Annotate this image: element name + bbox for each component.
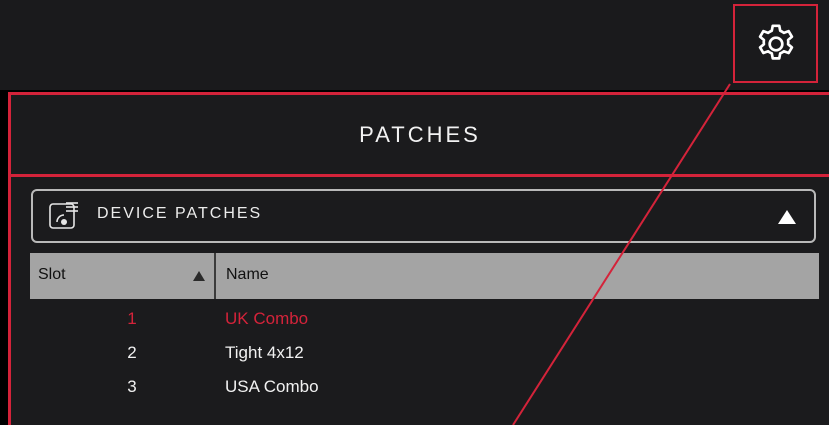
sort-ascending-icon[interactable] (193, 271, 205, 281)
row-name: UK Combo (225, 309, 309, 328)
column-header-name[interactable]: Name (216, 253, 819, 299)
row-name: USA Combo (225, 377, 319, 396)
gear-icon (758, 23, 793, 60)
table-row[interactable]: 2 Tight 4x12 (30, 336, 819, 370)
settings-button[interactable] (733, 4, 818, 83)
row-name: Tight 4x12 (225, 343, 304, 362)
column-header-slot[interactable]: Slot (30, 253, 216, 299)
panel-title: PATCHES (359, 121, 481, 147)
device-patches-dropdown[interactable]: DEVICE PATCHES (31, 189, 816, 243)
device-patches-icon (49, 202, 78, 229)
table-row[interactable]: 1 UK Combo (30, 302, 819, 336)
dropdown-label: DEVICE PATCHES (97, 205, 263, 222)
table-row[interactable]: 3 USA Combo (30, 370, 819, 404)
collapse-arrow-icon[interactable] (778, 210, 796, 224)
column-label-name: Name (226, 266, 269, 283)
row-slot: 2 (127, 343, 137, 362)
row-slot: 1 (127, 309, 137, 328)
panel-header: PATCHES (11, 95, 829, 177)
patches-panel: PATCHES DEVICE PATCHES Slot Name 1 UK Co… (11, 95, 829, 425)
table-header: Slot Name (30, 253, 819, 299)
top-bar (0, 0, 829, 90)
column-label-slot: Slot (38, 266, 66, 283)
app-window: PATCHES DEVICE PATCHES Slot Name 1 UK Co… (0, 0, 829, 425)
row-slot: 3 (127, 377, 137, 396)
